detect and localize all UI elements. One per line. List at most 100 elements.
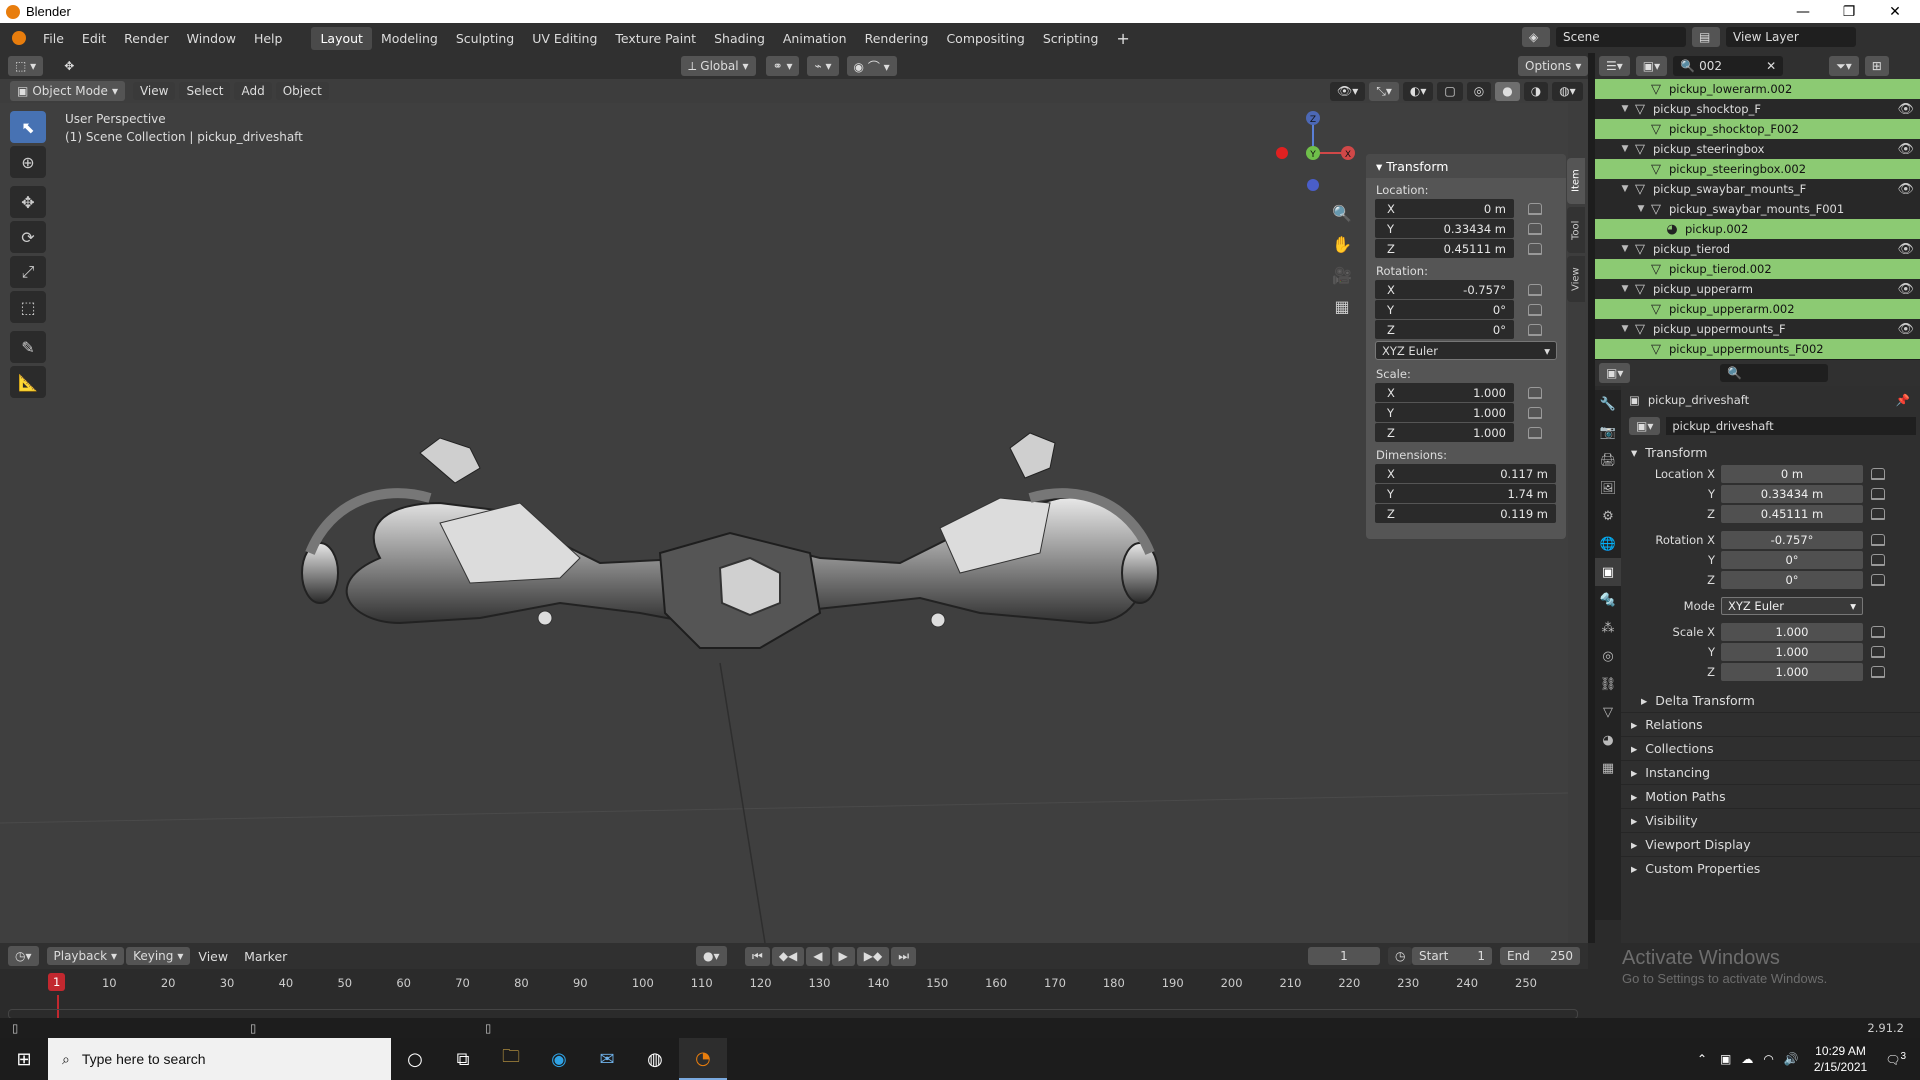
dimensions-z-field[interactable]: Z 0.119 m — [1375, 504, 1556, 523]
blender-taskbar-icon[interactable]: ◔ — [679, 1038, 727, 1080]
view-layer-icon[interactable]: ▤ — [1692, 27, 1720, 47]
outliner-row[interactable]: ▽ pickup_steeringbox.002 — [1595, 159, 1920, 179]
grid-view-icon[interactable]: ▦ — [1327, 291, 1357, 322]
visibility-eye-icon[interactable]: 👁 — [1897, 102, 1914, 117]
visibility-icon[interactable]: 👁▾ — [1330, 81, 1366, 101]
filter-icon[interactable]: ⏷▾ — [1829, 56, 1859, 76]
add-workspace-button[interactable]: + — [1107, 25, 1138, 52]
outliner-row[interactable]: ▼ ▽ pickup_steeringbox 👁 — [1595, 139, 1920, 159]
properties-search-input[interactable]: 🔍 — [1720, 364, 1829, 382]
camera-view-icon[interactable]: 🎥 — [1327, 260, 1357, 291]
lock-icon[interactable] — [1528, 222, 1542, 235]
timeline-editor-type-icon[interactable]: ◷▾ — [8, 946, 39, 966]
record-icon[interactable]: ●▾ — [696, 946, 727, 966]
maximize-button[interactable]: ❐ — [1826, 0, 1872, 23]
outliner-row[interactable]: ▼ ▽ pickup_uppermounts_F 👁 — [1595, 319, 1920, 339]
collapsed-section-header[interactable]: ▸ Visibility — [1621, 808, 1920, 832]
options-button[interactable]: Options ▾ — [1518, 56, 1589, 76]
collapsed-section-header[interactable]: ▸ Motion Paths — [1621, 784, 1920, 808]
tab-modeling[interactable]: Modeling — [372, 27, 447, 50]
transform-tool-icon[interactable]: ✥ — [57, 57, 81, 75]
close-button[interactable]: ✕ — [1872, 0, 1918, 23]
mail-icon[interactable]: ✉ — [583, 1038, 631, 1080]
next-keyframe-icon[interactable]: ▶◆ — [856, 946, 890, 966]
menu-edit[interactable]: Edit — [73, 31, 115, 46]
data-tab-icon[interactable]: ▽ — [1595, 698, 1621, 726]
collapsed-section-header[interactable]: ▸ Viewport Display — [1621, 832, 1920, 856]
world-tab-icon[interactable]: 🌐 — [1595, 530, 1621, 558]
properties-editor-type-icon[interactable]: ▣▾ — [1599, 363, 1631, 383]
outliner-search-input[interactable]: 🔍 002 ✕ — [1673, 56, 1784, 76]
proportional-edit-icon[interactable]: ◉ ⌒ ▾ — [846, 56, 897, 76]
property-value-field[interactable]: 0.45111 m — [1721, 505, 1863, 523]
pin-icon[interactable]: 📌 — [1896, 393, 1910, 407]
menu-view[interactable]: View — [132, 82, 176, 100]
lock-icon[interactable] — [1871, 646, 1885, 658]
rotation-mode-dropdown[interactable]: XYZ Euler ▾ — [1721, 597, 1863, 615]
output-tab-icon[interactable]: 🖨 — [1595, 446, 1621, 474]
expand-arrow-icon[interactable]: ▼ — [1619, 324, 1631, 334]
3d-viewport[interactable]: ⬚ ▾ ✥ ⟂ Global ▾ ⚭ ▾ ⌁ ▾ ◉ ⌒ ▾ Options ▾… — [0, 53, 1589, 943]
property-value-field[interactable]: 0.33434 m — [1721, 485, 1863, 503]
view-layer-tab-icon[interactable]: 🖼 — [1595, 474, 1621, 502]
material-tab-icon[interactable]: ◕ — [1595, 726, 1621, 754]
minimize-button[interactable]: — — [1780, 0, 1826, 23]
object-type-icon[interactable]: ▣▾ — [1629, 417, 1661, 435]
marker-menu[interactable]: Marker — [236, 949, 295, 964]
scale-y-field[interactable]: Y 1.000 — [1375, 403, 1514, 422]
gizmo-neg-x-icon[interactable] — [1276, 147, 1288, 159]
property-value-field[interactable]: 0° — [1721, 551, 1863, 569]
collapsed-section-header[interactable]: ▸ Relations — [1621, 712, 1920, 736]
mode-select[interactable]: ▣ Object Mode ▾ — [10, 81, 125, 101]
notifications-icon[interactable]: 🗨3 — [1877, 1051, 1920, 1067]
play-icon[interactable]: ▶ — [831, 946, 855, 966]
solid-shading-icon[interactable]: ● — [1495, 81, 1520, 101]
end-frame-field[interactable]: End 250 — [1500, 947, 1580, 965]
outliner-editor-type-icon[interactable]: ☰▾ — [1599, 56, 1630, 76]
zoom-icon[interactable]: 🔍 — [1327, 198, 1357, 229]
property-value-field[interactable]: 1.000 — [1721, 663, 1863, 681]
visibility-eye-icon[interactable]: 👁 — [1897, 182, 1914, 197]
transform-section-header[interactable]: ▾ Transform — [1621, 440, 1920, 464]
particles-tab-icon[interactable]: ⁂ — [1595, 614, 1621, 642]
pan-hand-icon[interactable]: ✋ — [1327, 229, 1357, 260]
rotation-y-field[interactable]: Y 0° — [1375, 300, 1514, 319]
lock-icon[interactable] — [1528, 386, 1542, 399]
meet-icon[interactable]: ▣ — [1715, 1052, 1736, 1066]
lock-icon[interactable] — [1528, 202, 1542, 215]
location-y-field[interactable]: Y 0.33434 m — [1375, 219, 1514, 238]
scale-x-field[interactable]: X 1.000 — [1375, 383, 1514, 402]
visibility-eye-icon[interactable]: 👁 — [1897, 142, 1914, 157]
outliner-row[interactable]: ◕ pickup.002 — [1595, 219, 1920, 239]
property-value-field[interactable]: 1.000 — [1721, 623, 1863, 641]
menu-object[interactable]: Object — [275, 82, 329, 100]
lock-icon[interactable] — [1528, 426, 1542, 439]
navigation-gizmo[interactable]: Z X Y — [1268, 108, 1358, 198]
volume-icon[interactable]: 🔊 — [1779, 1052, 1804, 1066]
cursor-tool-icon[interactable]: ⊕ — [10, 146, 46, 178]
collapsed-section-header[interactable]: ▸ Instancing — [1621, 760, 1920, 784]
lock-icon[interactable] — [1871, 488, 1885, 500]
lock-icon[interactable] — [1871, 666, 1885, 678]
transform-orientation-select[interactable]: ⟂ Global ▾ — [681, 56, 756, 76]
onedrive-icon[interactable]: ☁ — [1736, 1052, 1758, 1066]
wireframe-shading-icon[interactable]: ◎ — [1466, 81, 1492, 101]
menu-render[interactable]: Render — [115, 31, 178, 46]
new-collection-icon[interactable]: ⊞ — [1864, 56, 1889, 76]
clock[interactable]: 10:29 AM 2/15/2021 — [1804, 1043, 1877, 1075]
modifier-tab-icon[interactable]: 🔩 — [1595, 586, 1621, 614]
tab-item[interactable]: Item — [1567, 158, 1585, 204]
lock-icon[interactable] — [1871, 534, 1885, 546]
expand-arrow-icon[interactable]: ▼ — [1619, 244, 1631, 254]
transform-tool-icon[interactable]: ⬚ — [10, 291, 46, 323]
tab-texture-paint[interactable]: Texture Paint — [606, 27, 705, 50]
tab-shading[interactable]: Shading — [705, 27, 774, 50]
collapsed-section-header[interactable]: ▸ Custom Properties — [1621, 856, 1920, 880]
scale-tool-icon[interactable]: ⤢ — [10, 256, 46, 288]
rendered-shading-icon[interactable]: ◍▾ — [1552, 81, 1583, 101]
scene-field[interactable]: Scene — [1556, 27, 1686, 47]
tab-rendering[interactable]: Rendering — [856, 27, 938, 50]
outliner-row[interactable]: ▽ pickup_uppermounts_F002 — [1595, 339, 1920, 359]
editor-type-button[interactable]: ⬚ ▾ — [8, 56, 44, 76]
scene-icon[interactable]: ◈ — [1522, 27, 1550, 47]
